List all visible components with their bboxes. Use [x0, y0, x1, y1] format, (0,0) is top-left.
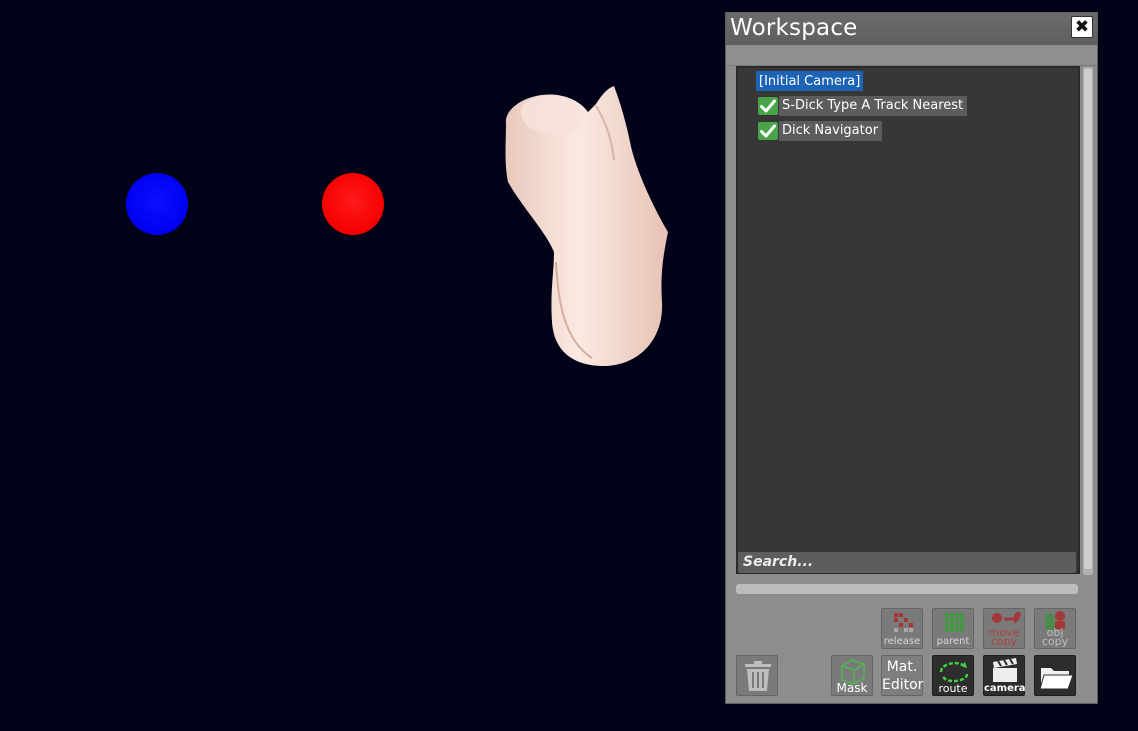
editor-label: Editor	[882, 677, 924, 693]
workspace-panel: Workspace ✖ [Initial Camera] S-Dick Type…	[725, 12, 1098, 704]
checkbox-checked-icon[interactable]	[758, 122, 778, 140]
camera-button[interactable]: camera	[983, 655, 1026, 696]
mat-editor-button[interactable]: Mat. Editor	[881, 655, 923, 696]
move-copy-button[interactable]: move copy	[983, 608, 1025, 649]
search-input[interactable]: Search...	[738, 552, 1076, 573]
close-icon: ✖	[1074, 16, 1090, 37]
vertical-scrollbar[interactable]	[1083, 67, 1093, 575]
scrollbar-thumb[interactable]	[1084, 69, 1092, 569]
tree-item-label: [Initial Camera]	[759, 73, 861, 89]
tree-item-navigator[interactable]: Dick Navigator	[758, 121, 883, 141]
tree-item-label: S-Dick Type A Track Nearest	[779, 96, 968, 116]
clapperboard-icon	[993, 658, 1017, 682]
release-icon	[894, 613, 913, 632]
mat-label: Mat.	[886, 659, 918, 675]
copy-label: copy	[990, 635, 1018, 648]
release-button[interactable]: release	[881, 608, 923, 649]
release-label: release	[883, 636, 921, 647]
horizontal-scrollbar[interactable]	[736, 584, 1078, 594]
trash-button[interactable]	[736, 655, 778, 696]
tree-item-label: Dick Navigator	[779, 121, 883, 141]
obj-copy-button[interactable]: obj copy	[1034, 608, 1076, 649]
mask-button[interactable]: Mask	[831, 655, 873, 696]
workspace-tree[interactable]: [Initial Camera] S-Dick Type A Track Nea…	[736, 66, 1080, 574]
folder-icon	[1039, 668, 1074, 690]
panel-title: Workspace	[730, 15, 858, 41]
tree-item-initial-camera[interactable]: [Initial Camera]	[756, 71, 864, 91]
parent-grid-icon	[945, 613, 964, 632]
red-marker[interactable]	[322, 173, 384, 235]
obj-copy-label: copy	[1041, 635, 1069, 648]
parent-button[interactable]: parent	[932, 608, 974, 649]
blue-marker[interactable]	[126, 173, 188, 235]
checkbox-checked-icon[interactable]	[758, 97, 778, 115]
route-button[interactable]: route	[932, 655, 974, 696]
tree-item-track-nearest[interactable]: S-Dick Type A Track Nearest	[758, 96, 968, 116]
route-label: route	[938, 682, 968, 695]
panel-subbar	[726, 45, 1097, 66]
trash-icon	[745, 661, 771, 691]
close-button[interactable]: ✖	[1071, 16, 1093, 38]
camera-label: camera	[984, 683, 1026, 694]
parent-label: parent	[936, 636, 970, 647]
mask-label: Mask	[836, 681, 868, 695]
title-bar[interactable]: Workspace ✖	[726, 13, 1097, 45]
folder-button[interactable]	[1034, 655, 1076, 696]
scene-model[interactable]	[496, 82, 674, 370]
